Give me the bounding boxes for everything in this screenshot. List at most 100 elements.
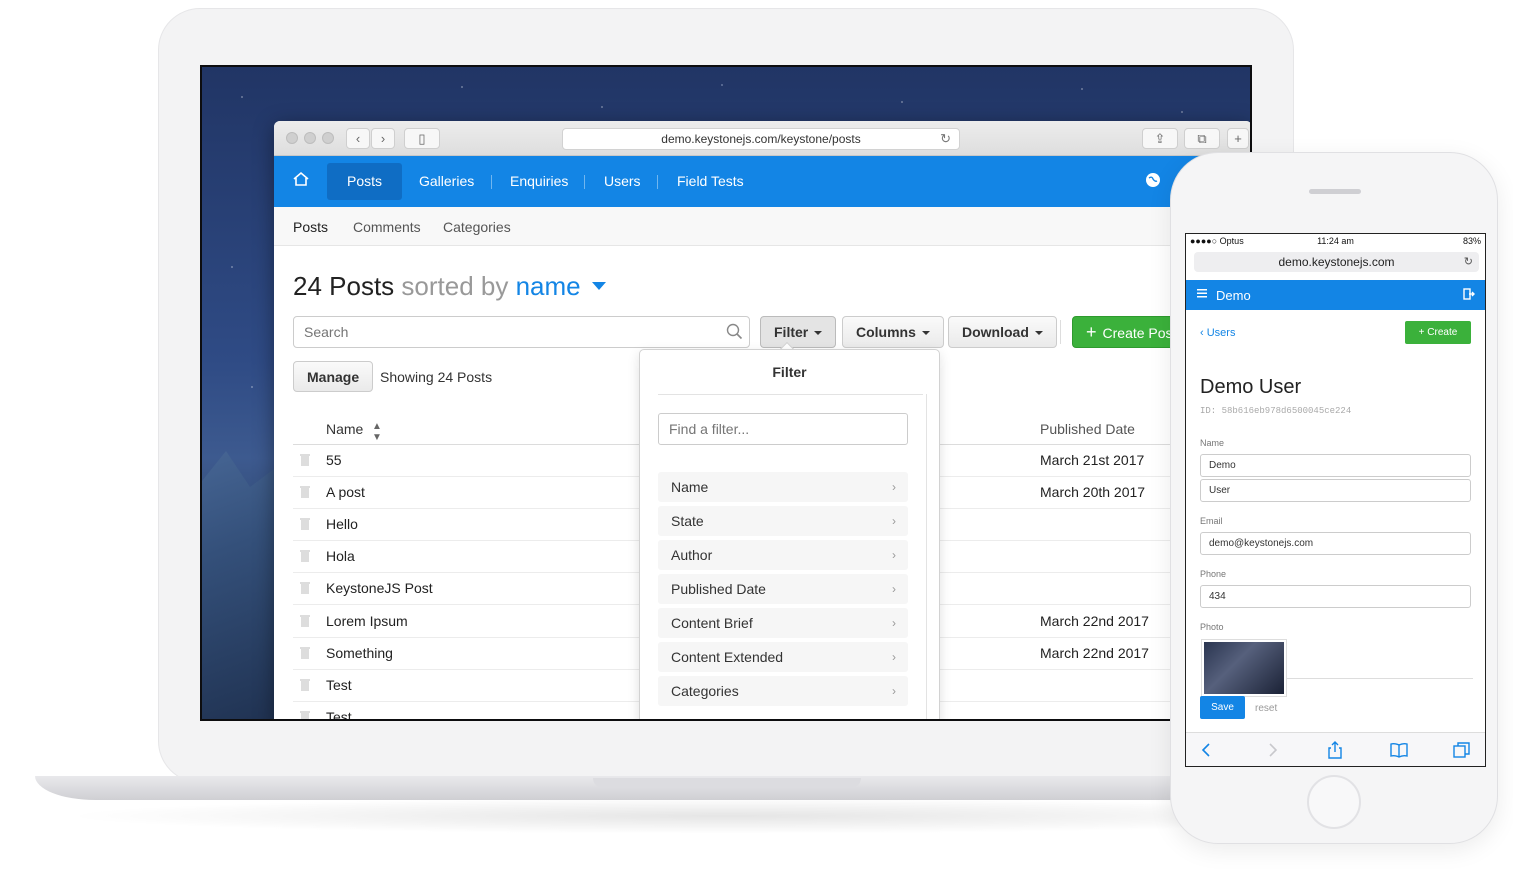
mobile-address-bar[interactable]: demo.keystonejs.com ↻ <box>1194 252 1479 272</box>
chevron-right-icon: › <box>892 548 896 562</box>
row-name[interactable]: Test <box>326 709 352 719</box>
row-date: March 22nd 2017 <box>1040 645 1149 661</box>
save-button[interactable]: Save <box>1200 696 1245 719</box>
secondary-nav: Posts Comments Categories <box>274 207 1250 246</box>
search-input[interactable] <box>293 316 750 348</box>
mobile-brand[interactable]: Demo <box>1216 288 1251 303</box>
trash-icon[interactable] <box>300 518 310 530</box>
close-window-button[interactable] <box>286 132 298 144</box>
new-tab-icon[interactable]: + <box>1227 128 1249 149</box>
chevron-right-icon: › <box>892 650 896 664</box>
forward-icon[interactable] <box>1263 741 1281 759</box>
column-header-name[interactable]: Name <box>326 421 363 437</box>
item-id: ID: 58b616eb978d6500045ce224 <box>1200 406 1352 416</box>
create-button-label: Create Post <box>1102 325 1177 341</box>
row-name[interactable]: A post <box>326 484 365 500</box>
row-name[interactable]: Lorem Ipsum <box>326 613 408 629</box>
filter-popover: Filter Name › State › Author › Published Da… <box>639 349 940 719</box>
item-title: Demo User <box>1200 376 1302 398</box>
toolbar-divider <box>1060 320 1061 344</box>
manage-button[interactable]: Manage <box>293 361 374 392</box>
tabs-icon[interactable]: ⧉ <box>1184 128 1220 149</box>
filter-button[interactable]: Filter <box>760 316 837 348</box>
phone-home-button[interactable] <box>1307 775 1361 829</box>
nav-item-posts[interactable]: Posts <box>327 163 403 200</box>
column-header-published-date[interactable]: Published Date <box>1040 421 1135 437</box>
popover-scrollbar[interactable] <box>926 394 927 719</box>
reset-link[interactable]: reset <box>1255 703 1277 714</box>
filter-option-categories[interactable]: Categories › <box>658 676 908 706</box>
filter-option-published-date[interactable]: Published Date › <box>658 574 908 604</box>
back-link[interactable]: ‹ Users <box>1200 327 1235 339</box>
row-name[interactable]: 55 <box>326 452 342 468</box>
popover-title: Filter <box>772 364 807 380</box>
row-name[interactable]: Test <box>326 677 352 693</box>
first-name-field[interactable]: Demo <box>1200 454 1471 477</box>
filter-option-name[interactable]: Name › <box>658 472 908 502</box>
browser-window: ‹ › ▯ demo.keystonejs.com/keystone/posts… <box>274 121 1250 721</box>
address-bar[interactable]: demo.keystonejs.com/keystone/posts ↻ <box>562 128 960 150</box>
filter-option-author[interactable]: Author › <box>658 540 908 570</box>
row-name[interactable]: Something <box>326 645 393 661</box>
filter-option-content-brief[interactable]: Content Brief › <box>658 608 908 638</box>
row-name[interactable]: KeystoneJS Post <box>326 580 433 596</box>
last-name-field[interactable]: User <box>1200 479 1471 502</box>
trash-icon[interactable] <box>300 486 310 498</box>
forward-icon[interactable]: › <box>371 128 395 149</box>
sort-dropdown-icon[interactable] <box>592 282 606 290</box>
subnav-item-comments[interactable]: Comments <box>353 219 421 235</box>
trash-icon[interactable] <box>300 582 310 594</box>
nav-item-field-tests[interactable]: Field Tests <box>657 163 764 200</box>
filter-option-state[interactable]: State › <box>658 506 908 536</box>
filter-option-label: State <box>671 513 704 529</box>
download-button-label: Download <box>962 324 1029 340</box>
email-field[interactable]: demo@keystonejs.com <box>1200 532 1471 555</box>
back-icon[interactable]: ‹ <box>346 128 370 149</box>
trash-icon[interactable] <box>300 711 310 721</box>
filter-option-label: Name <box>671 479 709 495</box>
trash-icon[interactable] <box>300 647 310 659</box>
minimize-window-button[interactable] <box>304 132 316 144</box>
sidebar-icon[interactable]: ▯ <box>404 128 440 149</box>
trash-icon[interactable] <box>300 679 310 691</box>
columns-button[interactable]: Columns <box>842 316 944 348</box>
phone-field[interactable]: 434 <box>1200 585 1471 608</box>
sort-field-link[interactable]: name <box>516 271 581 301</box>
tabs-icon[interactable] <box>1453 741 1471 759</box>
row-name[interactable]: Hello <box>326 516 358 532</box>
back-icon[interactable] <box>1198 741 1216 759</box>
trash-icon[interactable] <box>300 454 310 466</box>
download-button[interactable]: Download <box>948 316 1057 348</box>
nav-item-users[interactable]: Users <box>584 163 661 200</box>
reload-icon[interactable]: ↻ <box>1464 252 1473 272</box>
reload-icon[interactable]: ↻ <box>940 129 951 149</box>
caret-down-icon <box>921 331 930 336</box>
status-clock: 11:24 am <box>1317 236 1354 246</box>
sort-icon[interactable]: ▲ ▼ <box>372 421 382 443</box>
trash-icon[interactable] <box>300 615 310 627</box>
subnav-item-posts[interactable]: Posts <box>293 219 328 235</box>
share-icon[interactable]: ⇪ <box>1142 128 1178 149</box>
filter-option-content-extended[interactable]: Content Extended › <box>658 642 908 672</box>
home-icon[interactable] <box>292 170 310 188</box>
menu-icon[interactable] <box>1197 288 1207 298</box>
sign-out-icon[interactable] <box>1463 288 1475 300</box>
sorted-by-label: sorted by <box>401 271 509 301</box>
globe-icon[interactable] <box>1146 173 1160 187</box>
filter-search-input[interactable] <box>658 413 908 445</box>
row-name[interactable]: Hola <box>326 548 355 564</box>
caret-down-icon <box>814 331 823 336</box>
chevron-right-icon: › <box>892 480 896 494</box>
zoom-window-button[interactable] <box>322 132 334 144</box>
mobile-create-button[interactable]: + Create <box>1405 321 1471 344</box>
nav-item-galleries[interactable]: Galleries <box>399 163 494 200</box>
mobile-nav: Demo <box>1186 280 1485 310</box>
name-label: Name <box>1200 438 1225 448</box>
nav-item-enquiries[interactable]: Enquiries <box>490 163 588 200</box>
row-date: March 21st 2017 <box>1040 452 1145 468</box>
photo-thumbnail[interactable] <box>1202 640 1286 696</box>
bookmarks-icon[interactable] <box>1390 741 1408 759</box>
trash-icon[interactable] <box>300 550 310 562</box>
subnav-item-categories[interactable]: Categories <box>443 219 511 235</box>
share-icon[interactable] <box>1326 741 1344 759</box>
